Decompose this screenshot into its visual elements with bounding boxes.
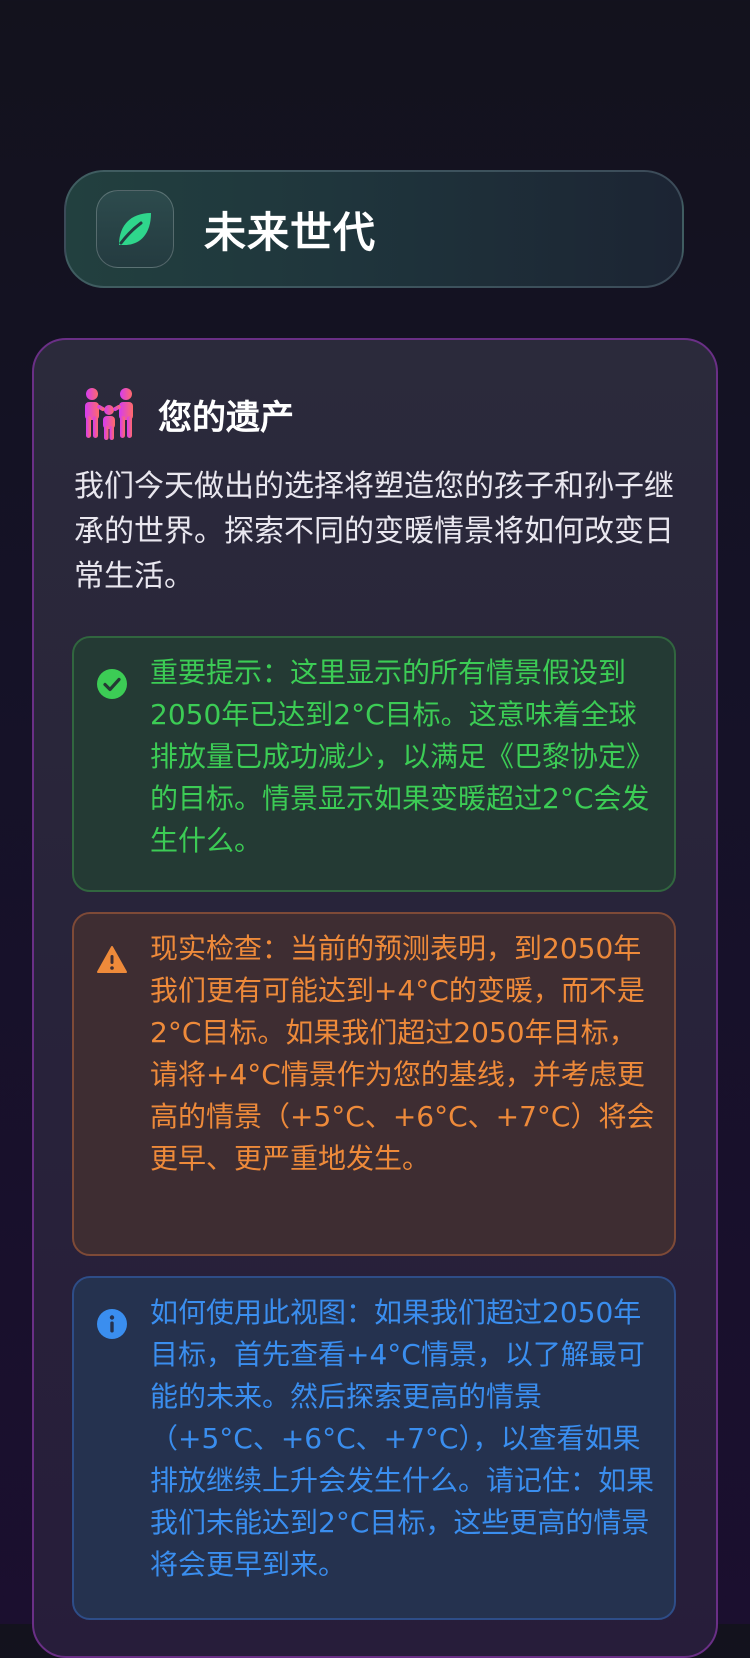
info-note-text: 如何使用此视图：如果我们超过2050年目标，首先查看+4°C情景，以了解最可能的… [150, 1296, 655, 1581]
legacy-title: 您的遗产 [158, 397, 294, 438]
legacy-card: 您的遗产 我们今天做出的选择将塑造您的孩子和孙子继承的世界。探索不同的变暖情景将… [32, 338, 718, 1658]
check-circle-icon [97, 669, 127, 699]
warning-icon [97, 946, 127, 973]
warning-note: 现实检查：当前的预测表明，到2050年我们更有可能达到+4°C的变暖，而不是2°… [72, 912, 676, 1256]
success-note-text: 重要提示：这里显示的所有情景假设到2050年已达到2°C目标。这意味着全球排放量… [150, 656, 655, 857]
legacy-header: 您的遗产 [78, 386, 294, 442]
legacy-intro: 我们今天做出的选择将塑造您的孩子和孙子继承的世界。探索不同的变暖情景将如何改变日… [74, 469, 674, 594]
info-icon [97, 1309, 127, 1339]
app-header: 未来世代 [64, 170, 684, 288]
info-note: 如何使用此视图：如果我们超过2050年目标，首先查看+4°C情景，以了解最可能的… [72, 1276, 676, 1620]
warning-note-text: 现实检查：当前的预测表明，到2050年我们更有可能达到+4°C的变暖，而不是2°… [150, 932, 655, 1175]
family-icon [85, 388, 133, 440]
app-title: 未来世代 [204, 207, 377, 257]
leaf-icon [96, 190, 174, 268]
success-note: 重要提示：这里显示的所有情景假设到2050年已达到2°C目标。这意味着全球排放量… [72, 636, 676, 892]
